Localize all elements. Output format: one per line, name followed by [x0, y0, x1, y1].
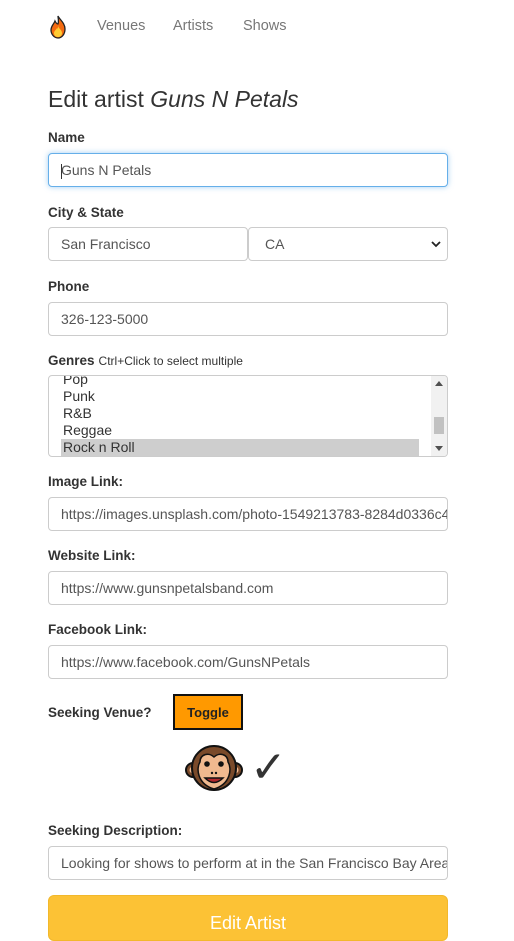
scroll-down-arrow-icon[interactable] [435, 446, 443, 451]
state-select-value: CA [265, 236, 285, 252]
check-mark-icon: ✓ [250, 742, 287, 793]
seeking-description-label: Seeking Description: [48, 823, 183, 838]
city-input-value: San Francisco [61, 236, 151, 252]
genre-option[interactable]: R&B [61, 405, 419, 422]
edit-artist-submit-button[interactable]: Edit Artist [48, 895, 448, 941]
seeking-venue-toggle-button[interactable]: Toggle [173, 694, 243, 730]
chevron-down-icon [431, 241, 441, 248]
scrollbar-thumb[interactable] [434, 417, 444, 434]
website-link-label: Website Link: [48, 548, 136, 563]
genre-option[interactable]: Pop [61, 376, 419, 388]
genres-multiselect[interactable]: Pop Punk R&B Reggae Rock n Roll [48, 375, 448, 457]
monkey-face-icon [185, 745, 243, 791]
seeking-description-input[interactable]: Looking for shows to perform at in the S… [48, 846, 448, 880]
website-link-input-value: https://www.gunsnpetalsband.com [61, 580, 274, 596]
phone-input[interactable]: 326-123-5000 [48, 302, 448, 336]
page-title-prefix: Edit artist [48, 86, 151, 112]
scroll-up-arrow-icon[interactable] [435, 381, 443, 386]
city-state-label: City & State [48, 205, 124, 220]
phone-input-value: 326-123-5000 [61, 311, 149, 327]
page-title-artist-name: Guns N Petals [150, 86, 299, 112]
genres-label-text: Genres [48, 353, 95, 368]
nav-link-venues[interactable]: Venues [97, 18, 145, 34]
phone-label: Phone [48, 279, 90, 294]
genre-option[interactable]: Punk [61, 388, 419, 405]
navbar: Venues Artists Shows [0, 0, 514, 56]
image-link-input[interactable]: https://images.unsplash.com/photo-154921… [48, 497, 448, 531]
genres-label: Genres Ctrl+Click to select multiple [48, 353, 243, 368]
genres-hint: Ctrl+Click to select multiple [98, 354, 243, 368]
page-title: Edit artist Guns N Petals [48, 86, 299, 113]
facebook-link-label: Facebook Link: [48, 622, 148, 637]
state-select[interactable]: CA [248, 227, 448, 261]
name-label: Name [48, 130, 85, 145]
city-input[interactable]: San Francisco [48, 227, 248, 261]
name-input-value: Guns N Petals [61, 162, 152, 178]
fire-icon[interactable] [48, 15, 68, 39]
genres-scrollbar[interactable] [431, 376, 447, 456]
genre-option[interactable]: Reggae [61, 422, 419, 439]
genre-option-selected[interactable]: Rock n Roll [61, 439, 419, 456]
name-input[interactable]: Guns N Petals [48, 153, 448, 187]
facebook-link-input[interactable]: https://www.facebook.com/GunsNPetals [48, 645, 448, 679]
seeking-venue-label: Seeking Venue? [48, 705, 152, 720]
nav-link-artists[interactable]: Artists [173, 18, 213, 34]
image-link-input-value: https://images.unsplash.com/photo-154921… [61, 506, 448, 522]
seeking-description-input-value: Looking for shows to perform at in the S… [61, 855, 448, 871]
facebook-link-input-value: https://www.facebook.com/GunsNPetals [61, 654, 310, 670]
website-link-input[interactable]: https://www.gunsnpetalsband.com [48, 571, 448, 605]
image-link-label: Image Link: [48, 474, 124, 489]
nav-link-shows[interactable]: Shows [243, 18, 287, 34]
